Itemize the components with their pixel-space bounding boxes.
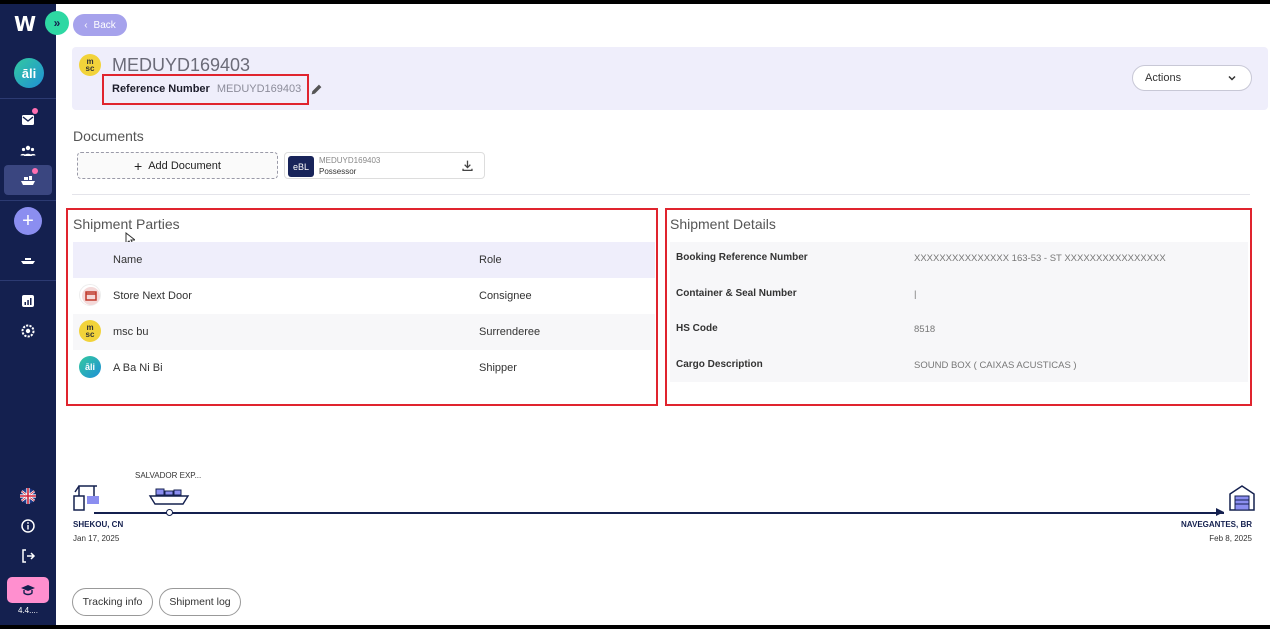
document-role: Possessor [319,167,357,176]
app-window: W āli + 4.4.... » ‹ Back m sc MEDUYD1694… [0,4,1270,625]
chevron-left-icon: ‹ [84,19,88,31]
tracking-info-button[interactable]: Tracking info [72,588,153,616]
notification-dot [32,108,38,114]
vessel-icon [148,488,190,505]
expand-sidebar-button[interactable]: » [45,11,69,35]
detail-value: XXXXXXXXXXXXXXX 163-53 - ST XXXXXXXXXXXX… [914,253,1166,264]
carrier-logo: m sc [79,54,101,76]
detail-value: 8518 [914,324,936,335]
app-version: 4.4.... [17,606,38,615]
destination-date: Feb 8, 2025 [1209,534,1252,543]
back-button[interactable]: ‹ Back [73,14,127,36]
party-name: A Ba Ni Bi [113,362,163,374]
analytics-icon[interactable] [16,289,40,313]
sidebar-divider [0,200,56,201]
party-role: Shipper [479,362,517,374]
inbox-icon[interactable] [16,108,40,132]
document-card[interactable]: eBL MEDUYD169403 Possessor [284,152,485,179]
contacts-icon[interactable] [16,139,40,163]
route-line [94,512,1224,514]
shipment-details-title: Shipment Details [670,216,776,232]
parties-table-header: Name Role [73,242,655,278]
origin-date: Jan 17, 2025 [73,534,120,543]
vessel-name: SALVADOR EXP... [135,471,202,480]
column-header-name: Name [113,254,143,266]
info-icon[interactable] [16,514,40,538]
detail-label: Cargo Description [676,359,763,370]
sidebar-divider [0,280,56,281]
section-divider [72,194,1250,195]
actions-dropdown[interactable]: Actions [1132,65,1252,91]
organization-avatar[interactable]: āli [14,58,44,88]
create-button[interactable]: + [14,207,42,235]
logout-icon[interactable] [16,544,40,568]
party-name: Store Next Door [113,290,192,302]
plus-icon: + [134,157,143,174]
graduation-cap-icon [21,585,35,596]
notification-dot [32,168,38,174]
back-label: Back [93,19,116,31]
msc-avatar-icon: m sc [79,320,101,342]
actions-label: Actions [1145,72,1182,84]
port-crane-icon [73,485,99,511]
detail-label: Container & Seal Number [676,288,797,299]
download-icon[interactable] [461,159,474,172]
document-type-badge: eBL [288,156,314,177]
party-role: Consignee [479,290,532,302]
reference-label: Reference Number [112,83,210,95]
detail-label: Booking Reference Number [676,252,808,263]
detail-value: SOUND BOX ( CAIXAS ACUSTICAS ) [914,360,1077,371]
party-name: msc bu [113,326,149,338]
add-document-label: Add Document [148,159,221,172]
detail-label: HS Code [676,323,718,334]
settings-icon[interactable] [16,319,40,343]
shipment-parties-title: Shipment Parties [73,216,180,232]
shipment-id: MEDUYD169403 [112,55,251,75]
document-name: MEDUYD169403 [319,156,381,165]
documents-title: Documents [73,128,144,144]
organization-avatar-icon: āli [79,356,101,378]
column-header-role: Role [479,254,502,266]
destination-port: NAVEGANTES, BR [1181,520,1252,529]
reference-value: MEDUYD169403 [216,83,302,95]
edit-pencil-icon[interactable] [310,83,323,96]
shipment-log-button[interactable]: Shipment log [159,588,241,616]
sidebar-divider [0,98,56,99]
table-row[interactable]: Store Next Door Consignee [73,278,655,314]
warehouse-icon [1229,485,1255,511]
vessel-position-marker [166,509,173,516]
party-role: Surrenderee [479,326,541,338]
origin-port: SHEKOU, CN [73,520,124,529]
uk-flag-icon[interactable] [16,484,40,508]
reference-number: Reference Number MEDUYD169403 [112,83,301,95]
chevron-down-icon [1228,75,1236,81]
app-logo[interactable]: W [14,12,36,36]
route-arrow-icon [1216,508,1224,516]
detail-value: | [914,289,917,300]
store-avatar-icon [79,284,101,306]
table-row[interactable]: āli A Ba Ni Bi Shipper [73,350,655,386]
shipments-icon[interactable] [16,168,40,192]
vessel-icon[interactable] [16,248,40,272]
academy-button[interactable] [7,577,49,603]
table-row[interactable]: m sc msc bu Surrenderee [73,314,655,350]
add-document-button[interactable]: + Add Document [77,152,278,179]
sidebar: W āli + 4.4.... [0,4,56,625]
